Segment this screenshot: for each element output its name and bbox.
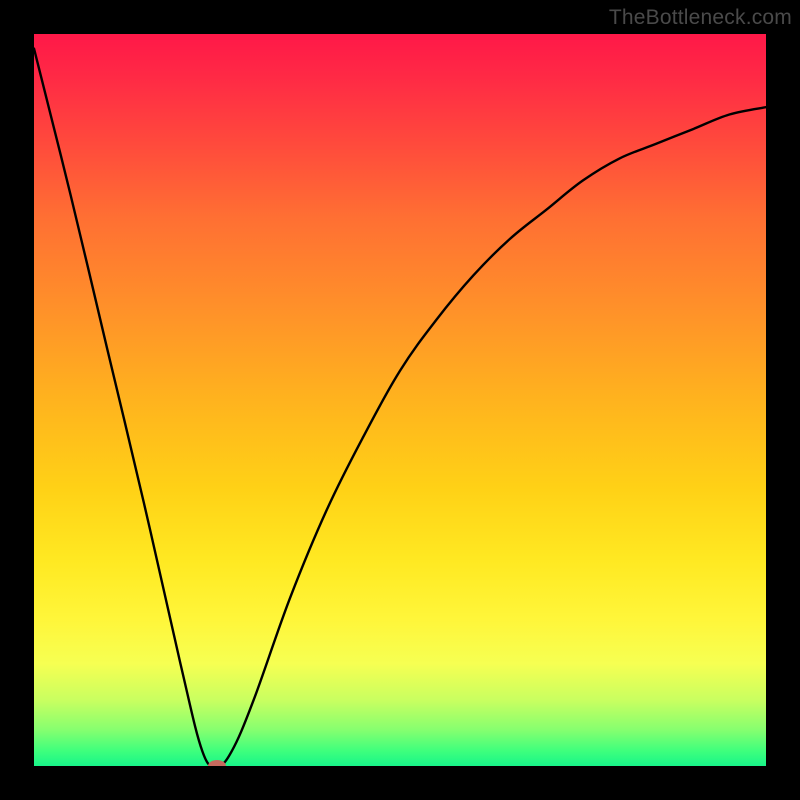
plot-area [34,34,766,766]
vertex-marker [208,760,226,766]
chart-frame: TheBottleneck.com [0,0,800,800]
bottleneck-curve [34,34,766,766]
watermark-text: TheBottleneck.com [609,6,792,30]
